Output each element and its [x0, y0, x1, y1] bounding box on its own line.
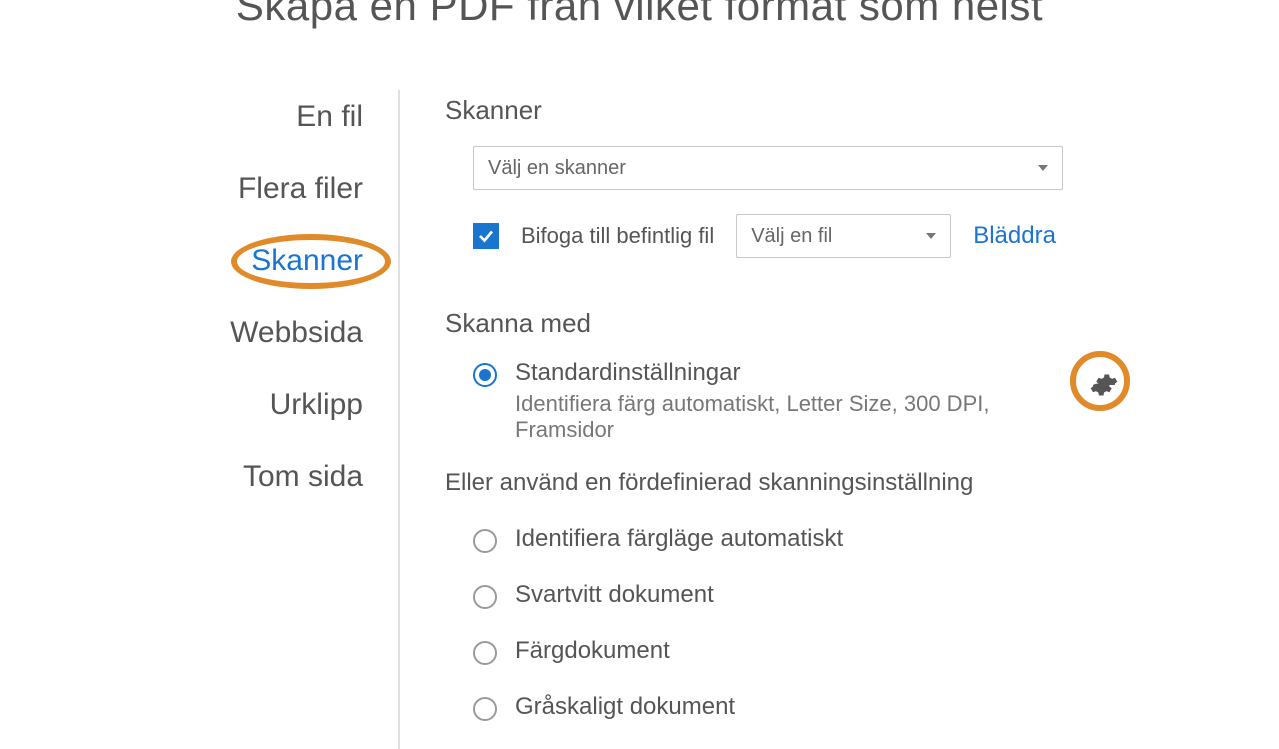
sidebar-item-webbsida[interactable]: Webbsida: [230, 316, 363, 350]
radio-row-color: Färgdokument: [473, 637, 1279, 665]
sidebar: En fil Flera filer Skanner Webbsida Urkl…: [0, 90, 400, 749]
sidebar-item-urklipp[interactable]: Urklipp: [270, 388, 363, 422]
checkmark-icon: [477, 227, 495, 245]
content-panel: Skanner Välj en skanner Bifoga till befi…: [400, 90, 1279, 749]
radio-grayscale[interactable]: [473, 697, 497, 721]
radio-grayscale-label: Gråskaligt dokument: [515, 693, 735, 721]
caret-down-icon: [1038, 165, 1048, 171]
main-layout: En fil Flera filer Skanner Webbsida Urkl…: [0, 90, 1279, 749]
radio-color[interactable]: [473, 641, 497, 665]
radio-auto-color[interactable]: [473, 529, 497, 553]
radio-row-grayscale: Gråskaligt dokument: [473, 693, 1279, 721]
radio-default-settings[interactable]: [473, 363, 497, 387]
predefined-heading: Eller använd en fördefinierad skanningsi…: [445, 469, 1279, 497]
scan-with-label: Skanna med: [445, 308, 1279, 339]
radio-row-auto-color: Identifiera färgläge automatiskt: [473, 525, 1279, 553]
radio-bw-label: Svartvitt dokument: [515, 581, 714, 609]
scanner-select[interactable]: Välj en skanner: [473, 146, 1063, 190]
radio-color-label: Färgdokument: [515, 637, 670, 665]
page-title: Skapa en PDF från vilket format som hels…: [0, 0, 1279, 30]
highlight-ring-icon: [1070, 351, 1130, 411]
radio-bw[interactable]: [473, 585, 497, 609]
browse-button[interactable]: Bläddra: [973, 222, 1056, 250]
sidebar-item-tom-sida[interactable]: Tom sida: [243, 460, 363, 494]
caret-down-icon: [926, 233, 936, 239]
radio-auto-color-label: Identifiera färgläge automatiskt: [515, 525, 843, 553]
sidebar-item-label: Skanner: [251, 244, 363, 277]
sidebar-item-flera-filer[interactable]: Flera filer: [238, 172, 363, 206]
sidebar-item-en-fil[interactable]: En fil: [296, 100, 363, 134]
radio-row-bw: Svartvitt dokument: [473, 581, 1279, 609]
radio-default-sublabel: Identifiera färg automatiskt, Letter Siz…: [515, 391, 1078, 443]
file-select-value: Välj en fil: [751, 225, 832, 248]
attach-label: Bifoga till befintlig fil: [521, 223, 714, 249]
default-settings-row: Standardinställningar Identifiera färg a…: [445, 359, 1279, 443]
settings-button[interactable]: [1078, 359, 1129, 411]
radio-default-label: Standardinställningar: [515, 359, 1078, 387]
attach-row: Bifoga till befintlig fil Välj en fil Bl…: [473, 214, 1279, 258]
sidebar-item-skanner[interactable]: Skanner: [251, 244, 363, 278]
radio-default-text: Standardinställningar Identifiera färg a…: [515, 359, 1078, 443]
scanner-section-label: Skanner: [445, 95, 1279, 126]
file-select[interactable]: Välj en fil: [736, 214, 951, 258]
scanner-select-value: Välj en skanner: [488, 157, 626, 180]
attach-checkbox[interactable]: [473, 223, 499, 249]
